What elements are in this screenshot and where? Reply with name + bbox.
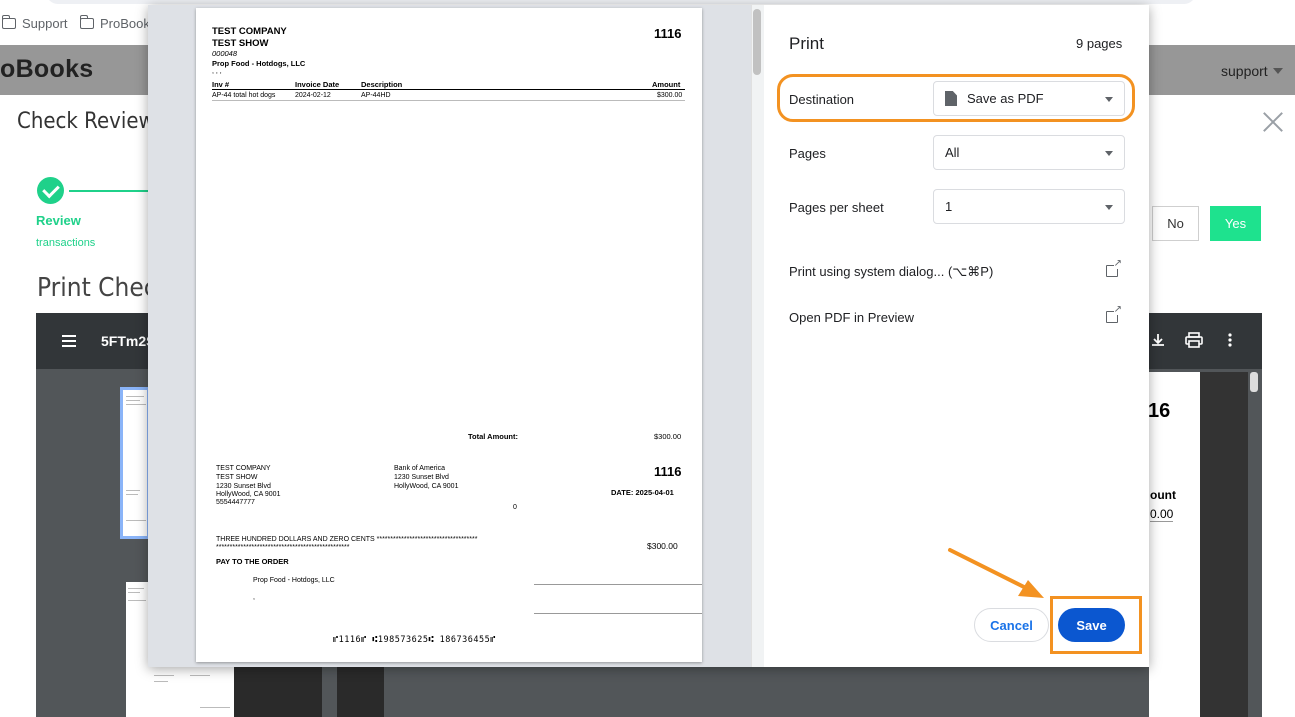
vendor-address: , , , bbox=[212, 68, 222, 75]
check-number: 1116 bbox=[654, 26, 682, 41]
pages-value: All bbox=[945, 145, 960, 160]
check-amount: $300.00 bbox=[647, 541, 678, 551]
omnibox-edge bbox=[46, 0, 1196, 4]
print-checks-heading: Print Chec bbox=[37, 273, 157, 303]
annotation-arrow-icon bbox=[948, 548, 1044, 598]
page-title: Check Review bbox=[17, 109, 155, 134]
page-thumbnail[interactable] bbox=[234, 667, 322, 717]
open-external-icon[interactable] bbox=[1106, 304, 1122, 323]
table-cell: $300.00 bbox=[657, 92, 683, 99]
yes-button[interactable]: Yes bbox=[1210, 206, 1261, 241]
page-thumbnail[interactable] bbox=[337, 667, 384, 717]
total-value: $300.00 bbox=[654, 432, 682, 441]
micr-line: ⑈1116⑈ ⑆198573625⑆ 186736455⑈ bbox=[333, 635, 496, 645]
bank-line: Bank of America bbox=[394, 465, 445, 472]
menu-icon[interactable] bbox=[62, 335, 76, 347]
cancel-button[interactable]: Cancel bbox=[974, 608, 1049, 642]
table-divider bbox=[212, 89, 685, 90]
user-menu-label: support bbox=[1221, 63, 1268, 79]
preview-scrollbar-thumb[interactable] bbox=[753, 9, 761, 75]
page-thumbnail[interactable] bbox=[150, 667, 234, 717]
folder-icon bbox=[1, 15, 16, 29]
pages-label: Pages bbox=[789, 146, 826, 161]
bank-line: 1230 Sunset Blvd bbox=[394, 474, 449, 481]
column-header: Inv # bbox=[212, 80, 230, 89]
payee-name: Prop Food - Hotdogs, LLC bbox=[253, 577, 335, 584]
payer-line: HollyWood, CA 9001 bbox=[216, 491, 281, 498]
amount-value: 0.00 bbox=[1150, 507, 1174, 522]
page-thumbnail[interactable] bbox=[120, 387, 150, 539]
reference-number: 000048 bbox=[212, 49, 238, 58]
table-cell: AP-44 total hot dogs bbox=[212, 92, 276, 99]
print-icon[interactable] bbox=[1185, 332, 1203, 353]
amount-in-words: THREE HUNDRED DOLLARS AND ZERO CENTS ***… bbox=[216, 536, 478, 543]
payer-line: TEST SHOW bbox=[216, 474, 258, 481]
check-number: 1116 bbox=[654, 464, 682, 479]
amount-stars: ****************************************… bbox=[216, 544, 350, 551]
step-sublabel: transactions bbox=[36, 237, 96, 249]
payer-line: 1230 Sunset Blvd bbox=[216, 483, 271, 490]
user-menu[interactable]: support bbox=[1221, 63, 1283, 79]
check-date: DATE: 2025-04-01 bbox=[611, 488, 674, 497]
table-cell: AP-44HD bbox=[361, 92, 391, 99]
company-name: TEST COMPANY bbox=[212, 26, 287, 37]
signature-line bbox=[534, 613, 702, 614]
show-name: TEST SHOW bbox=[212, 38, 269, 49]
column-header: Amount bbox=[652, 80, 681, 89]
amount-header: ount bbox=[1150, 488, 1176, 502]
chevron-down-icon bbox=[1105, 151, 1113, 156]
signature-line bbox=[534, 584, 702, 585]
bookmark-probooks[interactable]: ProBook bbox=[79, 15, 150, 31]
step-complete-icon bbox=[37, 177, 64, 204]
close-icon[interactable] bbox=[1262, 111, 1284, 133]
pages-per-sheet-value: 1 bbox=[945, 199, 953, 214]
pages-per-sheet-select[interactable]: 1 bbox=[933, 189, 1125, 224]
pages-select[interactable]: All bbox=[933, 135, 1125, 170]
download-icon[interactable] bbox=[1150, 332, 1166, 353]
print-title: Print bbox=[789, 34, 824, 53]
chevron-down-icon bbox=[1272, 68, 1283, 74]
step-label: Review bbox=[36, 213, 81, 228]
bookmark-support[interactable]: Support bbox=[1, 15, 68, 31]
pages-per-sheet-label: Pages per sheet bbox=[789, 200, 884, 215]
more-vert-icon[interactable] bbox=[1228, 332, 1232, 353]
column-header: Description bbox=[361, 80, 403, 89]
pdf-gutter bbox=[1200, 372, 1248, 717]
system-dialog-link[interactable]: Print using system dialog... (⌥⌘P) bbox=[789, 264, 993, 280]
page-thumbnail[interactable] bbox=[126, 582, 150, 717]
payer-line: 5554447777 bbox=[216, 499, 255, 506]
zero-value: 0 bbox=[513, 504, 517, 511]
folder-icon bbox=[79, 15, 94, 29]
table-cell: 2024-02-12 bbox=[295, 92, 331, 99]
payer-line: TEST COMPANY bbox=[216, 465, 271, 472]
page-count: 9 pages bbox=[1076, 36, 1123, 51]
no-button[interactable]: No bbox=[1152, 206, 1199, 241]
brand-logo[interactable]: oBooks bbox=[0, 55, 93, 84]
step-connector bbox=[69, 190, 149, 192]
total-label: Total Amount: bbox=[468, 432, 518, 441]
vendor-name: Prop Food - Hotdogs, LLC bbox=[212, 59, 306, 68]
table-divider bbox=[212, 100, 685, 101]
preview-scrollbar[interactable] bbox=[751, 5, 764, 667]
save-button[interactable]: Save bbox=[1058, 608, 1125, 642]
check-number: 16 bbox=[1148, 400, 1171, 422]
pdf-scrollbar[interactable] bbox=[1250, 372, 1258, 392]
open-pdf-link[interactable]: Open PDF in Preview bbox=[789, 310, 914, 325]
chevron-down-icon bbox=[1105, 205, 1113, 210]
annotation-highlight bbox=[777, 74, 1135, 122]
preview-page: TEST COMPANY TEST SHOW 000048 Prop Food … bbox=[196, 8, 702, 662]
open-external-icon[interactable] bbox=[1106, 258, 1122, 277]
bank-line: HollyWood, CA 9001 bbox=[394, 483, 459, 490]
pdf-page bbox=[1149, 372, 1201, 717]
pay-to-label: PAY TO THE ORDER bbox=[216, 557, 289, 566]
column-header: Invoice Date bbox=[295, 80, 340, 89]
payee-line: , bbox=[253, 594, 255, 601]
